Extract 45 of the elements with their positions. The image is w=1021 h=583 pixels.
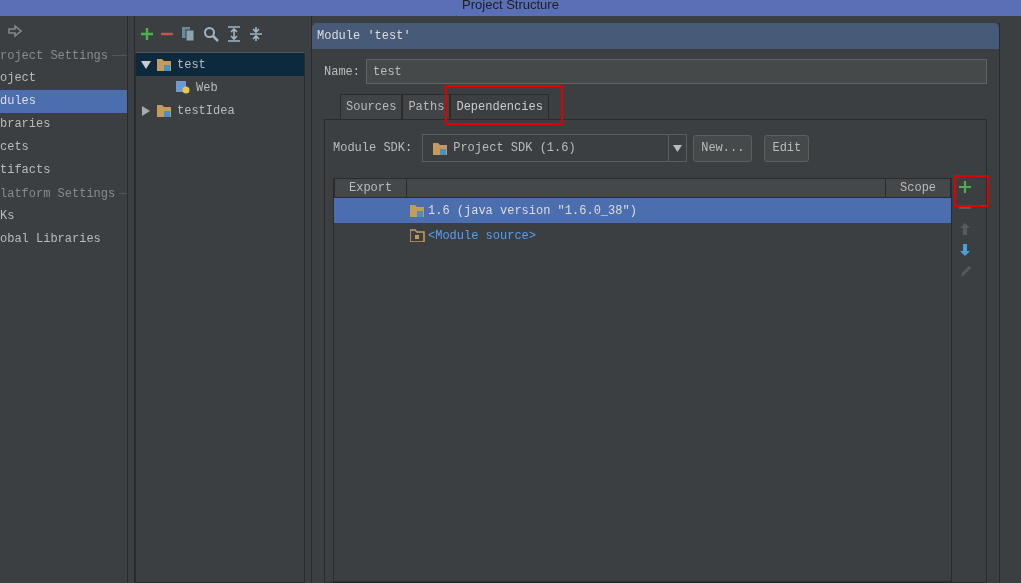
tree-node[interactable]: testIdea	[136, 99, 304, 122]
table-row[interactable]: <Module source>	[334, 223, 952, 248]
sidebar-item[interactable]: dules	[0, 90, 127, 113]
tree-node[interactable]: test	[136, 53, 304, 76]
tree-node[interactable]: Web	[136, 76, 304, 99]
module-folder-icon	[157, 104, 171, 117]
table-row[interactable]: 1.6 (java version "1.6.0_38")	[334, 198, 952, 223]
collapse-all-icon[interactable]	[249, 26, 263, 42]
collapsed-arrow-icon[interactable]	[141, 105, 151, 116]
sidebar-item[interactable]: tifacts	[0, 159, 127, 182]
search-icon[interactable]	[203, 26, 219, 42]
expanded-arrow-icon[interactable]	[141, 59, 151, 70]
copy-icon[interactable]	[181, 26, 195, 42]
sidebar-item[interactable]: obal Libraries	[0, 228, 127, 251]
tab[interactable]: Dependencies	[450, 94, 549, 119]
section-header: roject Settings	[0, 47, 109, 65]
folder-icon	[410, 229, 425, 242]
caret-icon	[673, 144, 683, 152]
sdk-folder-icon	[410, 204, 425, 217]
add-icon[interactable]	[141, 28, 153, 40]
sidebar-item[interactable]: braries	[0, 113, 127, 136]
name-label: Name:	[324, 63, 360, 81]
sidebar-item[interactable]: cets	[0, 136, 127, 159]
name-field[interactable]: test	[366, 59, 987, 84]
section-header: latform Settings	[0, 185, 116, 203]
tab[interactable]: Sources	[340, 94, 403, 119]
sidebar-item[interactable]: Ks	[0, 205, 127, 228]
highlight-frame	[954, 175, 990, 207]
forward-arrow-icon[interactable]	[8, 23, 22, 38]
tab[interactable]: Paths	[402, 94, 451, 119]
module-folder-icon	[157, 58, 171, 71]
column-header: Scope	[885, 179, 952, 197]
sdk-label: Module SDK:	[333, 140, 413, 157]
folder-icon	[433, 141, 448, 155]
panel-header: Module 'test'	[312, 23, 999, 49]
column-header: Export	[334, 179, 408, 197]
expand-all-icon[interactable]	[227, 26, 241, 42]
add-icon[interactable]	[959, 181, 972, 193]
web-facet-icon	[176, 81, 190, 94]
window-title: Project Structure	[462, 0, 559, 10]
dialog-button[interactable]: Edit	[764, 134, 810, 162]
sidebar-item[interactable]: oject	[0, 67, 127, 90]
sdk-dropdown[interactable]: Project SDK (1.6)	[422, 134, 688, 162]
dialog-button[interactable]: New...	[693, 134, 753, 162]
down-icon[interactable]	[959, 244, 972, 256]
